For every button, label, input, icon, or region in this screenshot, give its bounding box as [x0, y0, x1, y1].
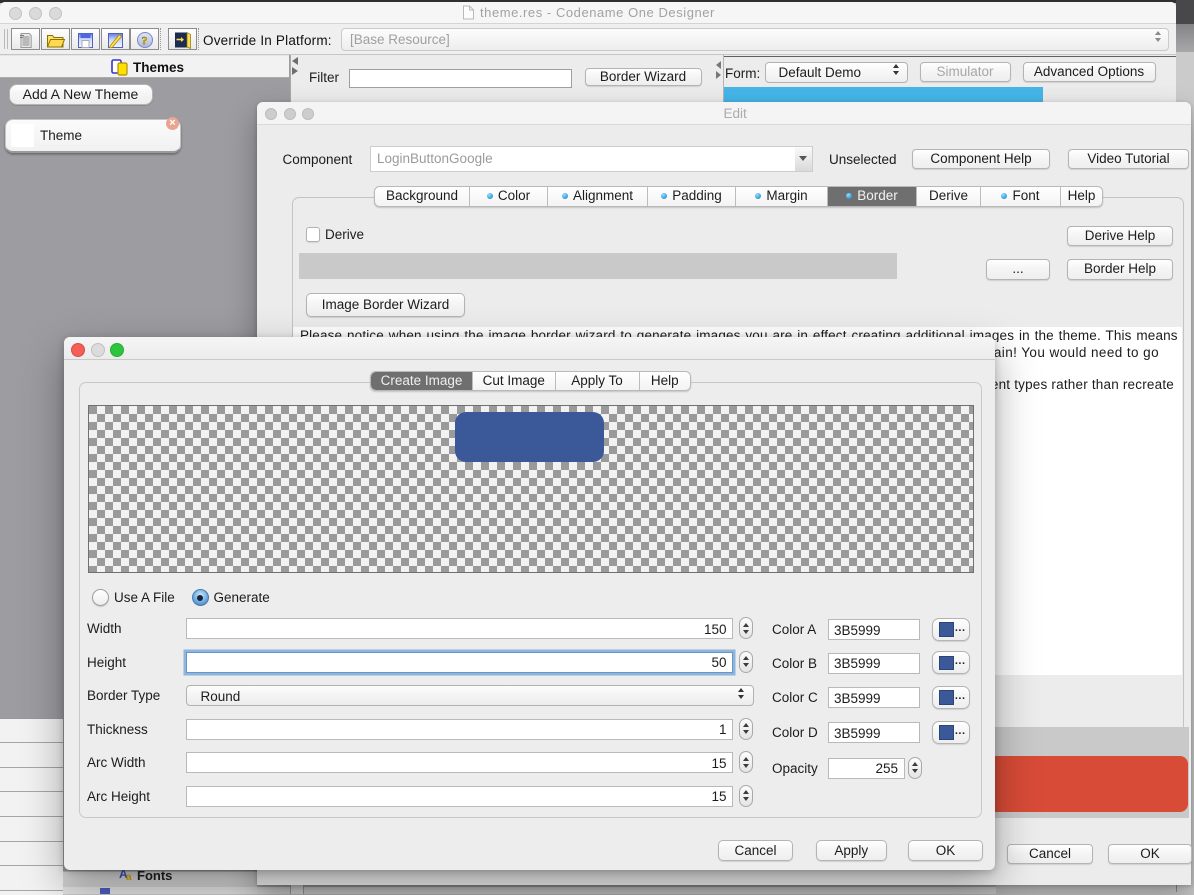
- svg-text:?: ?: [141, 34, 147, 48]
- svg-text:a: a: [126, 872, 132, 881]
